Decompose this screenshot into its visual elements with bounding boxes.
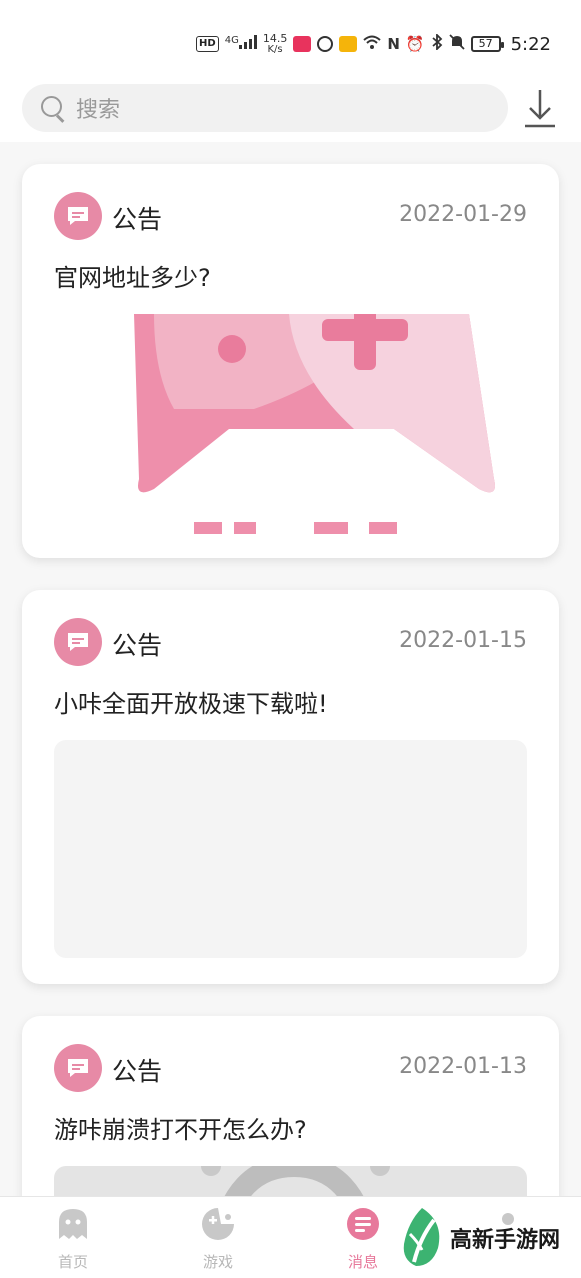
mute-icon (448, 34, 465, 54)
status-icons: HD 4G 14.5 K/s N ⏰ 57 5:22 (196, 30, 551, 58)
ring-icon (317, 36, 334, 52)
watermark: 高新手游网 (398, 1200, 578, 1276)
alarm-icon: ⏰ (405, 35, 425, 53)
nav-item-messages[interactable]: 消息 (323, 1207, 403, 1273)
nav-label-messages: 消息 (347, 1253, 378, 1271)
nav-item-games[interactable]: 游戏 (178, 1207, 258, 1273)
search-input[interactable]: 搜索 (22, 84, 508, 132)
gamepad-illustration (134, 314, 495, 534)
post-date: 2022-01-13 (399, 1054, 527, 1079)
post-category: 公告 (112, 631, 163, 660)
post-title: 官网地址多少? (54, 264, 211, 292)
post-title: 小咔全面开放极速下载啦! (54, 690, 328, 718)
network-speed: 14.5 K/s (262, 32, 288, 55)
search-placeholder: 搜索 (76, 98, 121, 123)
nav-item-home[interactable]: 首页 (33, 1207, 113, 1273)
leaf-logo-icon (403, 1208, 440, 1266)
announcement-icon (54, 618, 102, 666)
post-date: 2022-01-15 (399, 628, 527, 653)
announcement-icon (54, 1044, 102, 1092)
mail-notification-icon (339, 36, 358, 52)
post-image (54, 314, 527, 534)
message-icon (347, 1208, 379, 1240)
battery-icon: 57 (470, 36, 504, 52)
post-card[interactable]: 公告 2022-01-15 小咔全面开放极速下载啦! (22, 590, 559, 984)
post-category: 公告 (112, 205, 163, 234)
signal-icon: 4G (225, 35, 257, 53)
post-image-placeholder (54, 740, 527, 958)
download-icon (525, 90, 555, 128)
post-header: 公告 2022-01-15 (54, 618, 527, 666)
post-header: 公告 2022-01-13 (54, 1044, 527, 1092)
hd-badge: HD (196, 36, 219, 52)
post-title: 游咔崩溃打不开怎么办? (54, 1116, 307, 1144)
post-header: 公告 2022-01-29 (54, 192, 527, 240)
post-date: 2022-01-29 (399, 202, 527, 227)
download-button[interactable] (520, 86, 560, 130)
header: 搜索 (0, 80, 581, 142)
bluetooth-icon (431, 32, 443, 54)
watermark-text: 高新手游网 (450, 1228, 561, 1253)
ghost-icon (59, 1209, 87, 1239)
clock: 5:22 (510, 33, 551, 55)
app-notification-icon (293, 36, 312, 52)
post-card[interactable]: 公告 2022-01-29 官网地址多少? (22, 164, 559, 558)
search-icon (40, 95, 66, 121)
status-bar: HD 4G 14.5 K/s N ⏰ 57 5:22 (0, 0, 581, 80)
nfc-icon: N (387, 35, 400, 53)
announcement-icon (54, 192, 102, 240)
nav-label-home: 首页 (57, 1253, 88, 1271)
post-category: 公告 (112, 1057, 163, 1086)
nav-label-games: 游戏 (202, 1253, 233, 1271)
wifi-icon (363, 35, 381, 53)
gamepad-icon (202, 1208, 234, 1240)
